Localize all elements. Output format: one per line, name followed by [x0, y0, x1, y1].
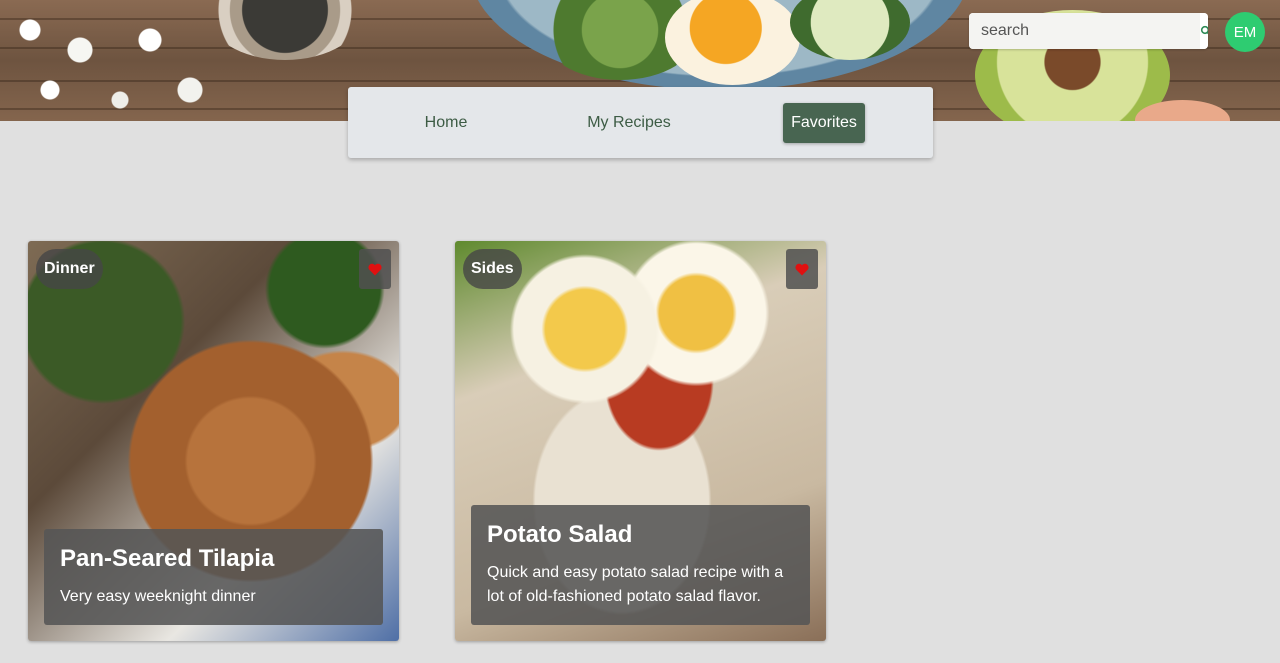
category-badge: Dinner — [36, 249, 103, 289]
search-input[interactable] — [969, 13, 1200, 49]
recipe-card[interactable]: Dinner Pan-Seared Tilapia Very easy week… — [28, 241, 399, 641]
favorite-button[interactable] — [786, 249, 818, 289]
recipe-title: Pan-Seared Tilapia — [60, 545, 275, 572]
recipe-card[interactable]: Sides Potato Salad Quick and easy potato… — [455, 241, 826, 641]
user-avatar[interactable]: EM — [1225, 12, 1265, 52]
search-icon — [1200, 25, 1208, 35]
heart-icon — [795, 263, 809, 275]
recipe-title: Potato Salad — [487, 521, 633, 548]
recipe-description: Quick and easy potato salad recipe with … — [487, 564, 784, 605]
recipe-description: Very easy weeknight dinner — [60, 588, 256, 605]
category-badge: Sides — [463, 249, 522, 289]
search-button[interactable] — [1200, 13, 1208, 49]
tab-my-recipes[interactable]: My Recipes — [580, 103, 678, 143]
favorite-button[interactable] — [359, 249, 391, 289]
tab-home[interactable]: Home — [414, 103, 478, 143]
flowers-decoration — [0, 0, 230, 121]
recipe-info-overlay: Pan-Seared Tilapia Very easy weeknight d… — [44, 529, 383, 625]
heart-icon — [368, 263, 382, 275]
recipe-info-overlay: Potato Salad Quick and easy potato salad… — [471, 505, 810, 625]
search-bar — [969, 13, 1208, 49]
main-nav: Home My Recipes Favorites — [348, 87, 933, 158]
tab-favorites[interactable]: Favorites — [783, 103, 865, 143]
